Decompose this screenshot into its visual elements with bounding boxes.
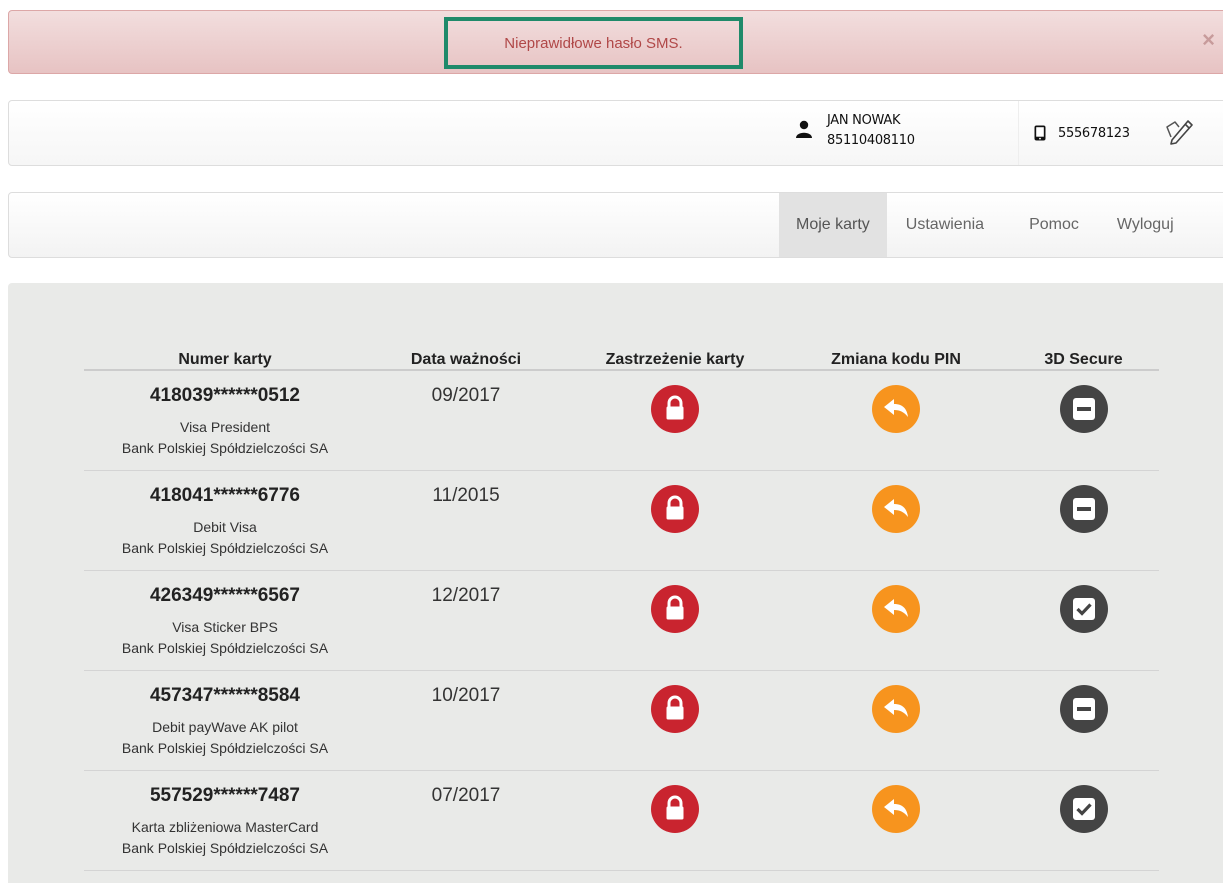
card-expiry: 12/2017: [431, 584, 501, 606]
block-cell: [566, 570, 784, 671]
reply-arrow-icon[interactable]: [872, 584, 920, 633]
edit-icon[interactable]: [1161, 115, 1195, 149]
table-row: 426349******6567 Visa Sticker BPS Bank P…: [84, 570, 1159, 671]
card-info-cell: 418041******6776 Debit Visa Bank Polskie…: [84, 470, 366, 571]
block-cell: [566, 670, 784, 771]
phone-icon: [1034, 125, 1046, 141]
card-expiry: 11/2015: [432, 484, 500, 506]
header-change-pin: Zmiana kodu PIN: [784, 343, 1008, 371]
nav-item-ustawienia[interactable]: Ustawienia: [887, 193, 1007, 257]
alert-message: Nieprawidłowe hasło SMS.: [504, 34, 683, 52]
card-name: Visa President: [179, 419, 270, 435]
card-number: 426349******6567: [149, 584, 301, 606]
secure-cell: [1008, 670, 1159, 771]
phone-info: 555678123: [1018, 101, 1159, 165]
alert-highlight-box: Nieprawidłowe hasło SMS.: [444, 17, 743, 69]
cards-panel: Numer karty Data ważności Zastrzeżenie k…: [8, 283, 1223, 883]
card-info-cell: 457347******8584 Debit payWave AK pilot …: [84, 670, 366, 771]
pin-cell: [784, 470, 1008, 571]
nav-item-pomoc[interactable]: Pomoc: [1007, 193, 1117, 257]
secure-cell: [1008, 770, 1159, 871]
minus-icon[interactable]: [1059, 484, 1108, 533]
card-bank: Bank Polskiej Spółdzielczości SA: [121, 440, 329, 456]
card-number: 457347******8584: [149, 684, 301, 706]
checkmark-icon[interactable]: [1059, 784, 1108, 833]
minus-icon[interactable]: [1059, 385, 1108, 433]
minus-icon[interactable]: [1059, 684, 1108, 733]
block-cell: [566, 770, 784, 871]
card-name: Debit payWave AK pilot: [152, 718, 298, 735]
pin-cell: [784, 770, 1008, 871]
header-block-card: Zastrzeżenie karty: [566, 343, 784, 371]
card-bank: Bank Polskiej Spółdzielczości SA: [121, 839, 329, 856]
alert-close-button[interactable]: ×: [1202, 29, 1215, 51]
pin-cell: [784, 570, 1008, 671]
table-header-row: Numer karty Data ważności Zastrzeżenie k…: [84, 343, 1159, 371]
reply-arrow-icon[interactable]: [872, 684, 920, 733]
secure-cell: [1008, 370, 1159, 471]
card-info-cell: 418039******0512 Visa President Bank Pol…: [84, 370, 366, 471]
card-bank: Bank Polskiej Spółdzielczości SA: [121, 539, 329, 556]
table-row: 457347******8584 Debit payWave AK pilot …: [84, 670, 1159, 771]
user-icon: [796, 120, 812, 138]
pin-cell: [784, 670, 1008, 771]
expiry-cell: 11/2015: [366, 470, 566, 571]
user-id: 85110408110: [827, 133, 915, 148]
expiry-cell: 10/2017: [366, 670, 566, 771]
expiry-cell: 07/2017: [366, 770, 566, 871]
table-row: 418041******6776 Debit Visa Bank Polskie…: [84, 470, 1159, 571]
card-name: Visa Sticker BPS: [172, 618, 278, 635]
nav-item-wyloguj[interactable]: Wyloguj: [1117, 193, 1174, 257]
card-bank: Bank Polskiej Spółdzielczości SA: [121, 639, 329, 656]
card-info-cell: 426349******6567 Visa Sticker BPS Bank P…: [84, 570, 366, 671]
table-row: 557529******7487 Karta zbliżeniowa Maste…: [84, 770, 1159, 871]
reply-arrow-icon[interactable]: [872, 784, 920, 833]
error-alert: Nieprawidłowe hasło SMS. ×: [8, 10, 1223, 74]
card-number: 557529******7487: [149, 784, 301, 806]
header-expiry: Data ważności: [366, 343, 566, 371]
block-cell: [566, 470, 784, 571]
user-info: JAN NOWAK 85110408110: [795, 111, 915, 151]
cards-table: Numer karty Data ważności Zastrzeżenie k…: [84, 343, 1159, 871]
card-expiry: 10/2017: [431, 684, 501, 706]
card-number: 418039******0512: [149, 385, 301, 406]
user-name: JAN NOWAK: [827, 113, 901, 128]
header-card-number: Numer karty: [84, 343, 366, 371]
table-row: 418039******0512 Visa President Bank Pol…: [84, 370, 1159, 471]
lock-icon[interactable]: [651, 584, 699, 633]
phone-number: 555678123: [1058, 125, 1130, 141]
nav-item-moje-karty[interactable]: Moje karty: [779, 193, 887, 257]
checkmark-icon[interactable]: [1059, 584, 1108, 633]
lock-icon[interactable]: [651, 385, 699, 433]
expiry-cell: 12/2017: [366, 570, 566, 671]
reply-arrow-icon[interactable]: [872, 484, 920, 533]
user-bar: JAN NOWAK 85110408110 555678123: [8, 100, 1223, 166]
card-expiry: 07/2017: [431, 784, 501, 806]
main-nav-bar: Moje karty Ustawienia Pomoc Wyloguj: [8, 192, 1223, 258]
expiry-cell: 09/2017: [366, 370, 566, 471]
main-nav: Moje karty Ustawienia Pomoc Wyloguj: [779, 193, 1174, 257]
card-bank: Bank Polskiej Spółdzielczości SA: [121, 739, 329, 756]
card-number: 418041******6776: [149, 484, 301, 506]
lock-icon[interactable]: [651, 684, 699, 733]
lock-icon[interactable]: [651, 484, 699, 533]
secure-cell: [1008, 470, 1159, 571]
lock-icon[interactable]: [651, 784, 699, 833]
card-name: Debit Visa: [193, 518, 257, 535]
header-3d-secure: 3D Secure: [1008, 343, 1159, 371]
card-expiry: 09/2017: [431, 385, 501, 406]
card-info-cell: 557529******7487 Karta zbliżeniowa Maste…: [84, 770, 366, 871]
card-name: Karta zbliżeniowa MasterCard: [131, 818, 319, 835]
reply-arrow-icon[interactable]: [872, 385, 920, 433]
pin-cell: [784, 370, 1008, 471]
block-cell: [566, 370, 784, 471]
secure-cell: [1008, 570, 1159, 671]
